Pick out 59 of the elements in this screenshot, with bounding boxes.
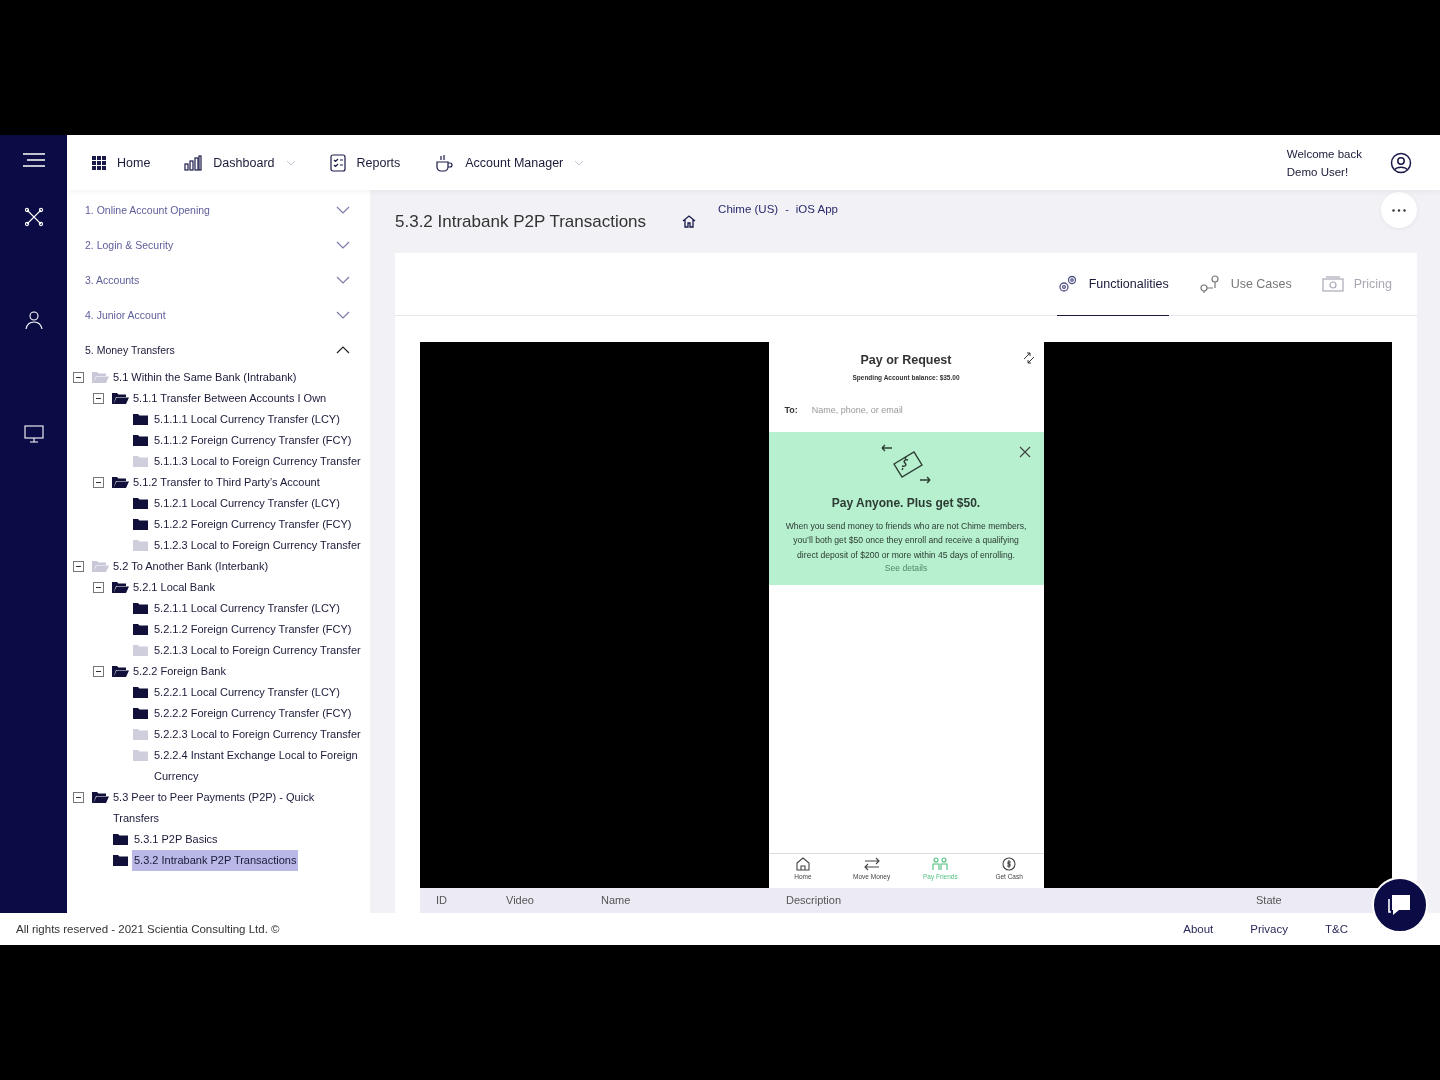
accordion-header[interactable]: 5. Money Transfers [67, 332, 370, 367]
monitor-icon[interactable] [23, 425, 44, 443]
nav-link[interactable]: Dashboard [184, 153, 296, 172]
account-icon[interactable] [1390, 151, 1412, 174]
breadcrumb-link[interactable]: iOS App [795, 203, 838, 215]
bar-chart-icon [184, 154, 203, 171]
screen-title: Pay or Request [860, 353, 952, 367]
page-title: 5.3.2 Intrabank P2P Transactions [395, 211, 647, 232]
money-transfer-icon [880, 442, 932, 486]
column-header: State [1256, 894, 1282, 906]
chat-bubble-icon [1387, 893, 1413, 917]
accordion-header[interactable]: 2. Login & Security [67, 227, 370, 262]
chevron-icon [336, 275, 350, 284]
tab[interactable]: Functionalities [1056, 253, 1169, 316]
checklist-icon [329, 153, 346, 172]
user-icon[interactable] [24, 310, 43, 330]
breadcrumb-link[interactable]: Chime (US) [718, 203, 779, 215]
promo-headline: Pay Anyone. Plus get $50. [831, 496, 981, 510]
tree-item[interactable]: 5.3.1 P2P Basics [132, 829, 220, 850]
banknote-icon [1321, 275, 1344, 293]
promo-text: When you send money to friends who are not Chime members, you’ll both get $50 once they enroll and receive a qualifying direct deposit of $200 or more within 45 days of enrolling. [784, 520, 1028, 562]
footer-link[interactable]: Privacy [1250, 923, 1288, 935]
breadcrumb-separator: - [785, 203, 789, 215]
accordion-header[interactable]: 1. Online Account Opening [67, 192, 370, 227]
chevron-icon [336, 310, 350, 319]
column-header: ID [436, 894, 447, 906]
column-header: Name [601, 894, 631, 906]
tab[interactable]: Use Cases [1198, 253, 1292, 316]
column-header: Video [506, 894, 534, 906]
grid-icon [92, 155, 106, 170]
accordion-header[interactable]: 4. Junior Account [67, 297, 370, 332]
field-label: To: [784, 405, 798, 415]
gears-icon [1056, 274, 1079, 294]
accordion-header[interactable]: 3. Accounts [67, 262, 370, 297]
dollar-coin-icon [1002, 857, 1017, 871]
ellipsis-icon [1392, 208, 1406, 212]
network-icon[interactable] [23, 207, 44, 227]
footer-link[interactable]: About [1183, 923, 1214, 935]
tree-item[interactable]: 5.3.2 Intrabank P2P Transactions [132, 850, 299, 871]
nav-link[interactable]: Home [92, 153, 151, 172]
swap-arrows-icon[interactable] [1021, 351, 1036, 365]
chevron-icon [336, 205, 350, 214]
menu-icon[interactable] [20, 153, 47, 167]
welcome-message: Welcome back Demo User! [1286, 146, 1362, 180]
close-icon[interactable] [1018, 446, 1031, 458]
collapse-toggle[interactable] [73, 792, 84, 803]
footer-link[interactable]: T&C [1325, 923, 1348, 935]
home-icon[interactable] [682, 215, 697, 228]
nav-link[interactable]: Reports [329, 153, 401, 172]
nav-link[interactable]: Account Manager [434, 153, 585, 172]
tree-item[interactable]: 5.3 Peer to Peer Payments (P2P) - Quick Transfers [111, 787, 364, 829]
chevron-icon [336, 345, 350, 354]
copyright-text: All rights reserved - 2021 Scientia Consulting Ltd. © [16, 923, 281, 935]
coffee-cup-icon [434, 153, 455, 172]
column-header: Description [786, 894, 842, 906]
arrows-icon [863, 857, 880, 871]
chevron-icon [336, 240, 350, 249]
people-icon [932, 857, 949, 871]
home-icon [795, 857, 810, 871]
